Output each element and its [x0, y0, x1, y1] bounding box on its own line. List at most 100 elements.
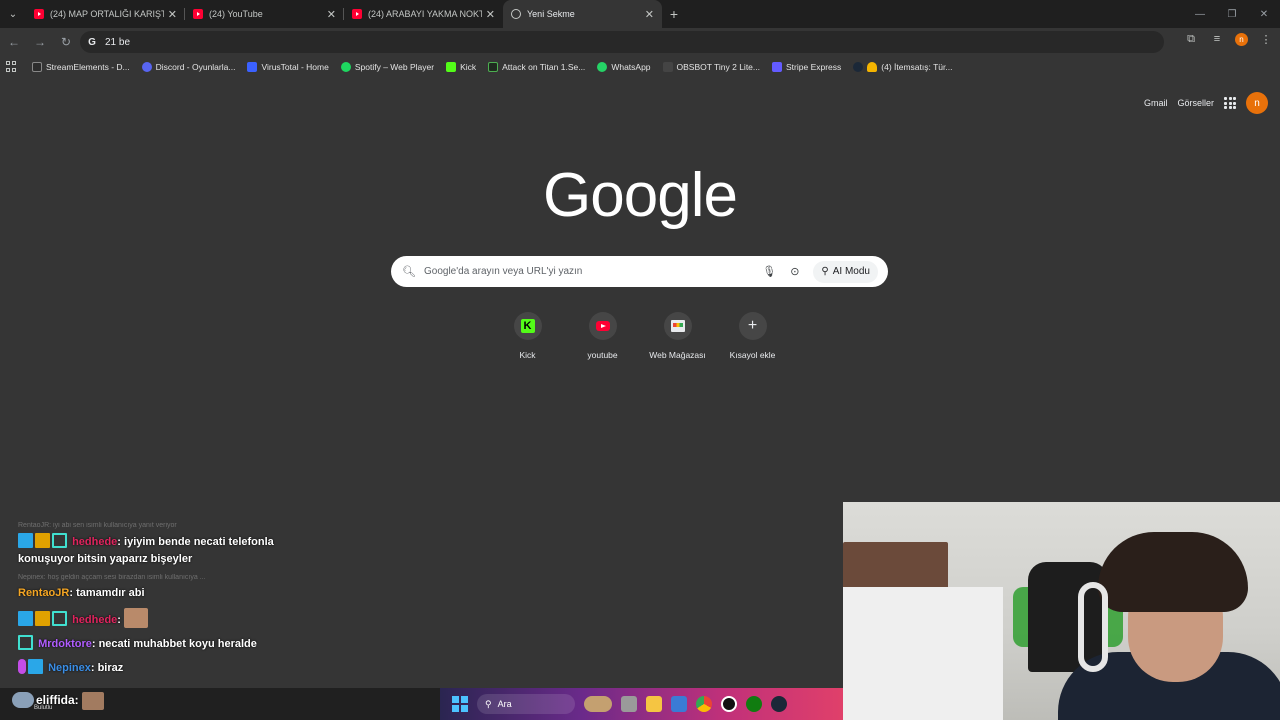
ai-mode-button[interactable]: ⚲ AI Modu [813, 260, 878, 283]
headset-icon [1078, 582, 1108, 672]
windows-taskbar: ⚲ Ara [0, 688, 843, 720]
kick-icon: K [520, 319, 535, 333]
account-avatar[interactable]: n [1246, 92, 1268, 114]
spotify-icon [340, 62, 351, 72]
extensions-icon[interactable]: ⧉ [1183, 31, 1199, 47]
tab-item-active[interactable]: Yeni Sekme ✕ [503, 0, 662, 28]
obsbot-icon [662, 62, 673, 72]
address-bar[interactable]: G 21 be [80, 31, 1164, 53]
microphone-icon[interactable]: 🎙︎ [762, 265, 776, 278]
chat-username: hedhede [72, 536, 118, 548]
new-tab-button[interactable]: + [662, 0, 686, 28]
kick-icon [446, 62, 457, 72]
bookmark-label: WhatsApp [611, 62, 651, 72]
task-view-icon[interactable] [621, 696, 637, 712]
shortcut-add[interactable]: + Kısayol ekle [715, 312, 790, 360]
search-box[interactable]: 🔍︎ 🎙︎ ⊙ ⚲AI Modu [391, 256, 888, 287]
bookmark-label: Discord - Oyunlarla... [155, 62, 236, 72]
minimize-icon[interactable]: — [1184, 0, 1216, 28]
tab-title: (24) YouTube [209, 9, 263, 19]
bookmark-label: Attack on Titan 1.Se... [502, 62, 586, 72]
file-explorer-icon[interactable] [646, 696, 662, 712]
chat-username: Mrdoktore [38, 638, 92, 650]
web-store-icon [670, 320, 685, 332]
close-icon[interactable]: ✕ [486, 8, 495, 21]
profile-avatar[interactable]: n [1235, 32, 1248, 46]
shortcut-tile [588, 312, 617, 340]
webcam-bed [843, 587, 1003, 720]
back-button[interactable]: ← [2, 30, 26, 54]
close-window-icon[interactable]: ✕ [1248, 0, 1280, 28]
google-logo: Google [543, 161, 738, 230]
crown-badge-icon [35, 611, 50, 626]
taskbar-search-label: Ara [497, 699, 512, 709]
xbox-icon[interactable] [746, 696, 762, 712]
shortcuts-row: K Kick youtube Web Mağazası + Kısayol ek… [490, 312, 790, 360]
tab-search-button[interactable]: ⌄ [0, 0, 26, 28]
chrome-icon[interactable] [696, 696, 712, 712]
chevron-down-icon: ⌄ [8, 8, 18, 20]
gmail-link[interactable]: Gmail [1144, 98, 1168, 108]
shortcut-kick[interactable]: K Kick [490, 312, 565, 360]
arrow-right-icon: → [34, 35, 46, 49]
webcam-feed [843, 502, 1280, 720]
bookmark-item[interactable]: OBSBOT Tiny 2 Lite... [662, 62, 760, 72]
tab-title: Yeni Sekme [527, 9, 575, 19]
reply-context: RentaoJR: iyi abi sen isimli kullanıcıya… [18, 522, 177, 529]
search-input[interactable] [424, 266, 744, 277]
close-icon[interactable]: ✕ [168, 8, 177, 21]
tab-title: (24) MAP ORTALIĞI KARIŞTIRDI [50, 9, 164, 19]
widgets-icon[interactable] [584, 696, 612, 712]
tab-item[interactable]: (24) YouTube ✕ [185, 0, 344, 28]
steam-icon[interactable] [771, 696, 787, 712]
arrow-left-icon: ← [8, 35, 20, 49]
shortcut-tile: + [738, 312, 767, 340]
chat-text: : biraz [90, 662, 124, 674]
bookmark-label: VirusTotal - Home [261, 62, 329, 72]
close-icon[interactable]: ✕ [645, 8, 654, 21]
microsoft-store-icon[interactable] [671, 696, 687, 712]
reply-context: Nepinex: hoş geldin açcam sesi birazdan … [18, 574, 206, 581]
forward-button[interactable]: → [28, 30, 52, 54]
bookmark-label: StreamElements - D... [46, 62, 130, 72]
menu-icon[interactable]: ⋮ [1258, 31, 1274, 47]
bookmark-item[interactable]: (4) İtemsatış: Tür... [853, 62, 952, 72]
bookmark-item[interactable]: Stripe Express [772, 62, 841, 72]
bookmark-item[interactable]: Kick [446, 62, 476, 72]
tab-item[interactable]: (24) ARABAYI YAKMA NOKTASI ✕ [344, 0, 503, 28]
bookmark-item[interactable]: Discord - Oyunlarla... [141, 62, 236, 72]
apps-grid-icon[interactable] [6, 61, 18, 73]
youtube-icon [34, 9, 44, 19]
tab-item[interactable]: (24) MAP ORTALIĞI KARIŞTIRDI ✕ [26, 0, 185, 28]
google-lens-icon[interactable]: ⊙ [790, 265, 799, 278]
reload-button[interactable]: ↻ [54, 30, 78, 54]
close-icon[interactable]: ✕ [327, 8, 336, 21]
bookmarks-bar: StreamElements - D... Discord - Oyunlarl… [0, 56, 1280, 78]
stripe-icon [772, 62, 782, 72]
images-link[interactable]: Görseller [1177, 98, 1214, 108]
maximize-icon[interactable]: ❐ [1216, 0, 1248, 28]
steam-icon [853, 62, 864, 72]
face-emote-icon [124, 608, 149, 628]
google-apps-icon[interactable] [1224, 97, 1236, 109]
bookmark-item[interactable]: VirusTotal - Home [247, 62, 329, 72]
bookmark-item[interactable]: StreamElements - D... [32, 62, 130, 72]
bookmark-item[interactable]: WhatsApp [597, 62, 651, 72]
shortcut-web-store[interactable]: Web Mağazası [640, 312, 715, 360]
bookmark-item[interactable]: Spotify – Web Player [340, 62, 434, 72]
bookmark-item[interactable]: Attack on Titan 1.Se... [488, 62, 585, 72]
windows-start-icon[interactable] [452, 696, 468, 712]
search-icon: ⚲ [485, 698, 492, 709]
taskbar-search[interactable]: ⚲ Ara [477, 694, 575, 714]
shortcut-youtube[interactable]: youtube [565, 312, 640, 360]
tab-strip: ⌄ (24) MAP ORTALIĞI KARIŞTIRDI ✕ (24) Yo… [0, 0, 1280, 28]
webcam-hair [1098, 532, 1248, 612]
media-controls-icon[interactable]: ≡ [1209, 31, 1225, 47]
window-controls: — ❐ ✕ [1184, 0, 1280, 28]
g-hub-icon[interactable] [721, 696, 737, 712]
subscriber-badge-icon [52, 611, 67, 626]
search-box-actions: 🎙︎ ⊙ ⚲ AI Modu [762, 256, 878, 287]
subscriber-badge-icon [52, 533, 67, 548]
address-text[interactable]: 21 be [105, 37, 130, 48]
toolbar-actions: ⧉ ≡ n ⋮ [1183, 31, 1274, 47]
